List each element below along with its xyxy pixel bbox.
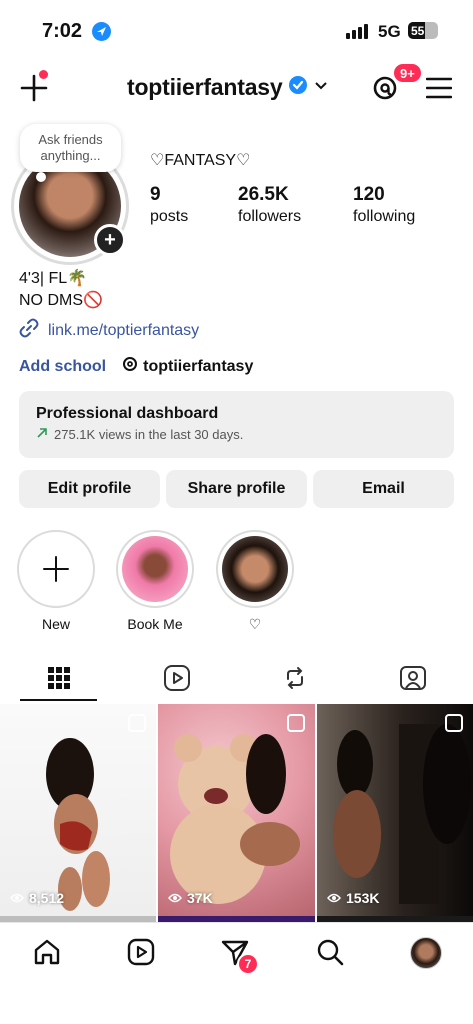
header-username: toptiierfantasy xyxy=(127,74,283,100)
multi-post-icon xyxy=(128,714,146,732)
stat-posts-value: 9 xyxy=(150,184,161,205)
plus-icon xyxy=(23,536,89,602)
stat-following-label: following xyxy=(353,208,416,225)
active-tab-indicator xyxy=(20,699,97,701)
note-bubble[interactable]: Ask friends anything... xyxy=(20,124,121,172)
add-story-plus-icon[interactable]: + xyxy=(94,224,126,256)
messages-badge: 7 xyxy=(237,953,259,975)
threads-handle: toptiierfantasy xyxy=(143,357,254,375)
dashboard-subtitle: 275.1K views in the last 30 days. xyxy=(54,427,244,442)
post-views: 153K xyxy=(327,890,379,906)
profile-actions: Edit profile Share profile Email xyxy=(19,470,454,508)
reels-icon xyxy=(163,664,191,697)
share-profile-button[interactable]: Share profile xyxy=(166,470,307,508)
post-views: 37K xyxy=(168,890,213,906)
highlight-label: Book Me xyxy=(127,616,183,632)
post-thumbnail[interactable]: 8,512 xyxy=(0,704,156,916)
chevron-down-icon xyxy=(314,78,328,97)
repost-icon xyxy=(282,665,308,696)
multi-post-icon xyxy=(445,714,463,732)
highlight-heart[interactable]: ♡ xyxy=(215,530,295,633)
tab-reels[interactable] xyxy=(118,656,236,704)
threads-notification-badge: 9+ xyxy=(392,62,423,84)
status-bar: 7:02 5G 55 xyxy=(0,0,473,62)
eye-icon xyxy=(10,890,24,906)
highlight-new[interactable]: New xyxy=(16,530,96,632)
threads-small-icon xyxy=(122,356,138,377)
verified-badge-icon xyxy=(288,75,308,100)
tab-reposts[interactable] xyxy=(236,656,354,704)
status-time: 7:02 xyxy=(42,20,83,42)
post-thumbnail[interactable]: 153K xyxy=(317,704,473,916)
post-views-count: 8,512 xyxy=(29,890,65,906)
signal-icon xyxy=(346,23,368,39)
stat-followers-value: 26.5K xyxy=(238,184,289,205)
new-activity-dot xyxy=(39,70,48,79)
note-bubble-tail xyxy=(36,172,46,182)
dashboard-subtitle-row: 275.1K views in the last 30 days. xyxy=(36,427,437,442)
grid-icon xyxy=(47,666,71,695)
bottom-navigation: 7 xyxy=(0,922,473,1024)
profile-stats: 9 posts 26.5K followers 120 following xyxy=(150,184,460,230)
eye-icon xyxy=(168,890,182,906)
threads-profile-link[interactable]: toptiierfantasy xyxy=(122,356,253,377)
posts-grid: 8,512 37K 153K xyxy=(0,704,473,924)
post-photo xyxy=(333,724,471,904)
reels-nav-icon[interactable] xyxy=(126,937,158,969)
multi-post-icon xyxy=(287,714,305,732)
add-school-link[interactable]: Add school xyxy=(19,358,106,376)
trend-up-arrow-icon xyxy=(36,427,48,442)
link-icon xyxy=(19,318,39,343)
profile-nav-avatar[interactable] xyxy=(410,937,442,969)
search-icon[interactable] xyxy=(315,937,347,969)
professional-dashboard[interactable]: Professional dashboard 275.1K views in t… xyxy=(19,391,454,458)
post-thumbnail[interactable]: 37K xyxy=(158,704,315,916)
bio-line: 4'3| FL🌴 xyxy=(19,270,88,287)
highlight-book-me[interactable]: Book Me xyxy=(115,530,195,632)
bio-line: NO DMS🚫 xyxy=(19,292,103,309)
profile-header: toptiierfantasy 9+ xyxy=(0,62,473,114)
display-name: ♡FANTASY♡ xyxy=(150,152,251,169)
bio-link[interactable]: link.me/toptierfantasy xyxy=(19,318,199,343)
highlight-ring xyxy=(116,530,194,608)
stat-posts-label: posts xyxy=(150,208,189,225)
battery-percent: 55 xyxy=(411,23,425,38)
bio: 4'3| FL🌴 NO DMS🚫 xyxy=(19,268,103,312)
tagged-person-icon xyxy=(399,664,427,697)
network-type: 5G xyxy=(378,22,401,41)
menu-hamburger-icon[interactable] xyxy=(425,76,453,100)
stat-posts[interactable]: 9 posts xyxy=(150,184,188,226)
school-threads-row: Add school toptiierfantasy xyxy=(19,356,253,377)
post-views-count: 37K xyxy=(187,890,213,906)
email-button[interactable]: Email xyxy=(313,470,454,508)
dashboard-title: Professional dashboard xyxy=(36,405,219,422)
profile-tabs xyxy=(0,656,473,704)
post-views-count: 153K xyxy=(346,890,380,906)
tab-grid[interactable] xyxy=(0,656,118,704)
home-icon[interactable] xyxy=(32,937,64,969)
highlight-ring xyxy=(17,530,95,608)
stat-followers-label: followers xyxy=(238,208,302,225)
edit-profile-button[interactable]: Edit profile xyxy=(19,470,160,508)
post-views: 8,512 xyxy=(10,890,64,906)
bio-link-text: link.me/toptierfantasy xyxy=(48,321,200,339)
highlight-label: ♡ xyxy=(248,616,262,632)
highlight-ring xyxy=(216,530,294,608)
battery-icon: 55 xyxy=(408,22,438,39)
stat-followers[interactable]: 26.5K followers xyxy=(238,184,301,226)
highlight-label: New xyxy=(41,616,70,632)
stat-following-value: 120 xyxy=(353,184,385,205)
tab-tagged[interactable] xyxy=(354,656,472,704)
stat-following[interactable]: 120 following xyxy=(353,184,415,226)
eye-icon xyxy=(327,890,341,906)
post-photo xyxy=(170,734,300,904)
location-icon xyxy=(92,22,111,41)
highlight-cover-image xyxy=(122,536,188,602)
highlight-cover-image xyxy=(222,536,288,602)
account-switcher[interactable]: toptiierfantasy xyxy=(127,74,328,101)
post-photo xyxy=(46,738,110,911)
